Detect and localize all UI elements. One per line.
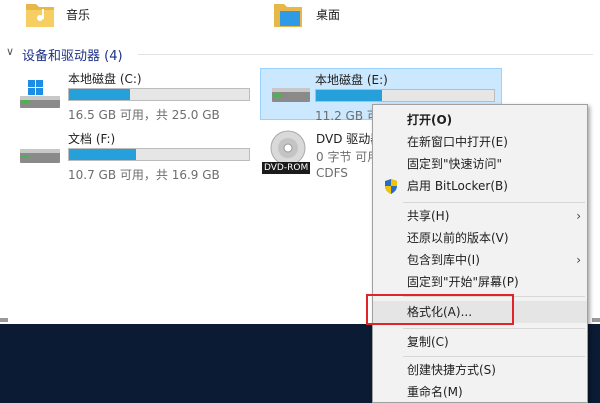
menu-separator: [403, 328, 585, 329]
drive-usage-fill: [69, 89, 131, 100]
menu-separator: [403, 202, 585, 203]
menu-item-open-new-window[interactable]: 在新窗口中打开(E): [373, 131, 587, 153]
windows-drive-icon: [20, 80, 60, 108]
group-divider: [138, 54, 593, 55]
group-header[interactable]: ∨ 设备和驱动器 (4): [0, 44, 600, 64]
shield-icon: [385, 179, 397, 194]
dvd-rom-badge: DVD-ROM: [262, 162, 311, 174]
drive-info: 16.5 GB 可用，共 25.0 GB: [68, 108, 220, 122]
drive-usage-fill: [316, 90, 382, 101]
drive-usage-bar: [68, 88, 250, 101]
context-menu: 打开(O) 在新窗口中打开(E) 固定到"快速访问" 启用 BitLocker(…: [372, 104, 588, 403]
hard-drive-icon: [272, 88, 310, 102]
folder-music[interactable]: 音乐: [16, 0, 196, 34]
menu-item-open[interactable]: 打开(O): [373, 109, 587, 131]
menu-item-include-library[interactable]: 包含到库中(I) ›: [373, 249, 587, 271]
chevron-down-icon: ∨: [6, 45, 15, 58]
chevron-right-icon: ›: [576, 253, 581, 267]
menu-item-pin-start[interactable]: 固定到"开始"屏幕(P): [373, 271, 587, 293]
drive-name: 文档 (F:): [68, 132, 116, 146]
menu-item-share[interactable]: 共享(H) ›: [373, 205, 587, 227]
hard-drive-icon: [20, 149, 60, 163]
folder-label: 音乐: [66, 8, 91, 22]
folder-label: 桌面: [316, 8, 341, 22]
drive-info: 10.7 GB 可用，共 16.9 GB: [68, 168, 220, 182]
menu-item-label: 包含到库中(I): [407, 253, 480, 267]
menu-item-restore-versions[interactable]: 还原以前的版本(V): [373, 227, 587, 249]
folder-desktop[interactable]: 桌面: [268, 0, 448, 34]
drive-usage-bar: [68, 148, 250, 161]
menu-item-create-shortcut[interactable]: 创建快捷方式(S): [373, 359, 587, 381]
menu-item-pin-quick-access[interactable]: 固定到"快速访问": [373, 153, 587, 175]
menu-item-label: 共享(H): [407, 209, 450, 223]
drive-filesystem: CDFS: [316, 166, 348, 180]
chevron-right-icon: ›: [576, 209, 581, 223]
menu-separator: [403, 356, 585, 357]
drive-usage-bar: [315, 89, 495, 102]
drive-tile-c[interactable]: 本地磁盘 (C:) 16.5 GB 可用，共 25.0 GB: [12, 68, 262, 122]
folder-icon: [26, 4, 54, 27]
drive-tile-f[interactable]: 文档 (F:) 10.7 GB 可用，共 16.9 GB: [12, 126, 262, 182]
desktop-folder-icon: [274, 4, 302, 27]
menu-item-rename[interactable]: 重命名(M): [373, 381, 587, 403]
drive-tile-dvd[interactable]: DVD-ROM DVD 驱动器 0 字节 可用 CDFS: [262, 126, 382, 180]
drive-info: 0 字节 可用: [316, 150, 380, 164]
format-highlight-box: [366, 294, 514, 325]
group-title: 设备和驱动器 (4): [22, 49, 123, 64]
menu-item-bitlocker[interactable]: 启用 BitLocker(B): [373, 175, 587, 197]
drive-name: 本地磁盘 (E:): [315, 73, 388, 87]
menu-item-label: 启用 BitLocker(B): [407, 179, 508, 193]
scroll-divider: [0, 318, 8, 322]
scroll-divider: [592, 318, 600, 322]
drive-name: 本地磁盘 (C:): [68, 72, 142, 86]
drive-usage-fill: [69, 149, 136, 160]
menu-item-copy[interactable]: 复制(C): [373, 331, 587, 353]
